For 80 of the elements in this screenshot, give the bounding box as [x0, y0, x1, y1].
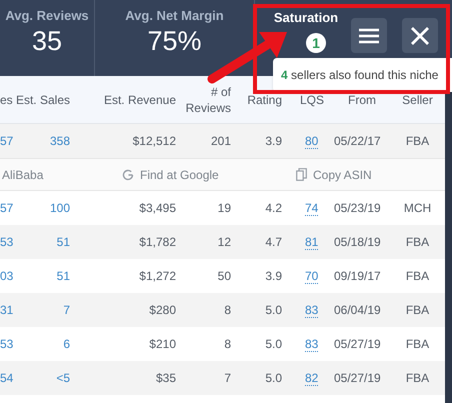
table-cell: 05/23/19: [334, 201, 381, 215]
table-cell: 05/27/19: [334, 337, 381, 351]
lqs-score-link[interactable]: 82: [305, 371, 318, 386]
column-header[interactable]: From: [334, 92, 390, 108]
table-cell: 8: [224, 303, 231, 317]
table-cell: 5.0: [265, 337, 282, 351]
saturation-badge: 1: [306, 33, 326, 53]
table-cell: FBA: [406, 134, 430, 148]
table-cell: 05/27/19: [334, 371, 381, 385]
lqs-score-link[interactable]: 74: [305, 201, 318, 216]
table-cell: $210: [149, 337, 176, 351]
table-cell: 4.7: [265, 235, 282, 249]
table-cell: FBA: [406, 303, 430, 317]
column-header[interactable]: Est. Revenue: [70, 92, 176, 108]
stat-label: Avg. Net Margin: [125, 9, 224, 22]
table-cell: 5.0: [265, 303, 282, 317]
column-header[interactable]: es: [0, 92, 13, 106]
stat-value: 35: [32, 28, 62, 55]
tooltip-text: 4 sellers also found this niche: [281, 67, 438, 84]
lqs-score-link[interactable]: 70: [305, 269, 318, 284]
sales-link[interactable]: 51: [56, 235, 70, 249]
sales-link[interactable]: 358: [50, 134, 70, 148]
table-cell: $12,512: [132, 134, 176, 148]
close-icon: [411, 26, 429, 44]
action-link[interactable]: Copy ASIN: [313, 166, 372, 184]
table-cell: 3.9: [265, 134, 282, 148]
table-cell: 05/22/17: [334, 134, 381, 148]
table-cell: $3,495: [139, 201, 176, 215]
table-cell: $280: [149, 303, 176, 317]
sales-link[interactable]: 53: [0, 235, 14, 249]
table-cell: FBA: [406, 235, 430, 249]
action-link[interactable]: Find at Google: [140, 166, 219, 184]
column-header[interactable]: Est. Sales: [12, 92, 70, 108]
column-header[interactable]: Seller: [390, 92, 445, 108]
table-cell: 4.2: [265, 201, 282, 215]
saturation-label: Saturation: [272, 11, 338, 24]
column-header[interactable]: Rating: [231, 92, 282, 108]
close-button[interactable]: [402, 18, 438, 53]
sales-link[interactable]: 100: [50, 201, 70, 215]
sales-link[interactable]: <5: [56, 371, 70, 385]
column-header[interactable]: LQS: [300, 92, 322, 108]
table-cell: FBA: [406, 269, 430, 283]
table-cell: 50: [218, 269, 231, 283]
sales-link[interactable]: 54: [0, 371, 14, 385]
sales-link[interactable]: 6: [63, 337, 70, 351]
sales-link[interactable]: 03: [0, 269, 14, 283]
table-cell: $1,272: [139, 269, 176, 283]
action-link[interactable]: AliBaba: [2, 166, 44, 184]
copy-icon: [296, 168, 307, 181]
google-g-icon: [122, 168, 134, 180]
lqs-score-link[interactable]: 80: [305, 134, 318, 149]
lqs-score-link[interactable]: 81: [305, 235, 318, 250]
menu-button[interactable]: [351, 18, 387, 53]
stat-label: Avg. Reviews: [5, 9, 89, 22]
column-header[interactable]: # of Reviews: [176, 84, 231, 116]
table-cell: $35: [156, 371, 176, 385]
table-cell: $1,782: [139, 235, 176, 249]
table-cell: 201: [210, 134, 231, 148]
stat-value: 75%: [147, 28, 202, 55]
lqs-score-link[interactable]: 83: [305, 303, 318, 318]
table-cell: 5.0: [265, 371, 282, 385]
table-cell: 12: [218, 235, 231, 249]
lqs-score-link[interactable]: 83: [305, 337, 318, 352]
table-cell: MCH: [404, 201, 432, 215]
sales-link[interactable]: 7: [63, 303, 70, 317]
table-cell: 7: [224, 371, 231, 385]
sales-link[interactable]: 31: [0, 303, 14, 317]
sales-link[interactable]: 51: [56, 269, 70, 283]
table-cell: 06/04/19: [334, 303, 381, 317]
menu-icon: [359, 28, 379, 44]
table-cell: 05/18/19: [334, 235, 381, 249]
table-cell: FBA: [406, 337, 430, 351]
sales-link[interactable]: 57: [0, 134, 14, 148]
table-cell: 09/19/17: [334, 269, 381, 283]
table-cell: 3.9: [265, 269, 282, 283]
table-cell: 19: [218, 201, 231, 215]
sales-link[interactable]: 53: [0, 337, 14, 351]
table-cell: FBA: [406, 371, 430, 385]
table-cell: 8: [224, 337, 231, 351]
sales-link[interactable]: 57: [0, 201, 14, 215]
